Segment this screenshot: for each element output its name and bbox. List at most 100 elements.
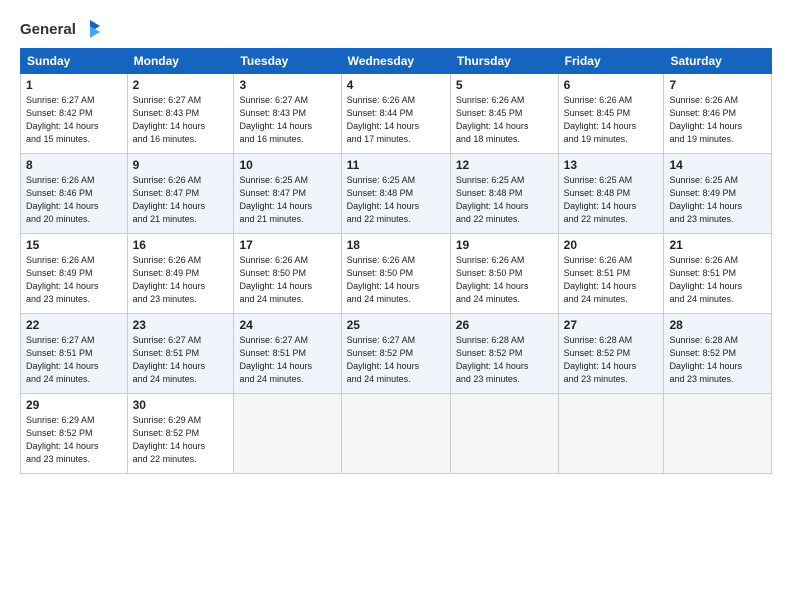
day-cell: 12 Sunrise: 6:25 AMSunset: 8:48 PMDaylig…	[450, 154, 558, 234]
day-info: Sunrise: 6:26 AMSunset: 8:51 PMDaylight:…	[564, 255, 637, 304]
day-cell: 27 Sunrise: 6:28 AMSunset: 8:52 PMDaylig…	[558, 314, 664, 394]
day-cell: 4 Sunrise: 6:26 AMSunset: 8:44 PMDayligh…	[341, 74, 450, 154]
day-number: 6	[564, 78, 659, 92]
col-monday: Monday	[127, 49, 234, 74]
week-row-5: 29 Sunrise: 6:29 AMSunset: 8:52 PMDaylig…	[21, 394, 772, 474]
day-cell: 2 Sunrise: 6:27 AMSunset: 8:43 PMDayligh…	[127, 74, 234, 154]
logo-icon	[78, 18, 100, 40]
day-info: Sunrise: 6:26 AMSunset: 8:49 PMDaylight:…	[26, 255, 99, 304]
day-info: Sunrise: 6:25 AMSunset: 8:48 PMDaylight:…	[564, 175, 637, 224]
day-number: 13	[564, 158, 659, 172]
day-number: 8	[26, 158, 122, 172]
day-info: Sunrise: 6:26 AMSunset: 8:46 PMDaylight:…	[669, 95, 742, 144]
day-info: Sunrise: 6:25 AMSunset: 8:49 PMDaylight:…	[669, 175, 742, 224]
logo: General	[20, 18, 100, 38]
day-cell: 13 Sunrise: 6:25 AMSunset: 8:48 PMDaylig…	[558, 154, 664, 234]
day-number: 24	[239, 318, 335, 332]
day-number: 1	[26, 78, 122, 92]
day-info: Sunrise: 6:28 AMSunset: 8:52 PMDaylight:…	[456, 335, 529, 384]
day-info: Sunrise: 6:27 AMSunset: 8:51 PMDaylight:…	[239, 335, 312, 384]
day-number: 17	[239, 238, 335, 252]
page: General Sunday Monday Tuesday Wednesday …	[0, 0, 792, 612]
day-number: 11	[347, 158, 445, 172]
day-cell: 10 Sunrise: 6:25 AMSunset: 8:47 PMDaylig…	[234, 154, 341, 234]
day-number: 27	[564, 318, 659, 332]
day-info: Sunrise: 6:29 AMSunset: 8:52 PMDaylight:…	[133, 415, 206, 464]
day-number: 29	[26, 398, 122, 412]
col-friday: Friday	[558, 49, 664, 74]
day-number: 9	[133, 158, 229, 172]
day-info: Sunrise: 6:26 AMSunset: 8:50 PMDaylight:…	[347, 255, 420, 304]
day-cell: 23 Sunrise: 6:27 AMSunset: 8:51 PMDaylig…	[127, 314, 234, 394]
day-info: Sunrise: 6:26 AMSunset: 8:46 PMDaylight:…	[26, 175, 99, 224]
day-info: Sunrise: 6:27 AMSunset: 8:43 PMDaylight:…	[239, 95, 312, 144]
day-cell: 24 Sunrise: 6:27 AMSunset: 8:51 PMDaylig…	[234, 314, 341, 394]
day-number: 19	[456, 238, 553, 252]
day-number: 7	[669, 78, 766, 92]
day-info: Sunrise: 6:26 AMSunset: 8:50 PMDaylight:…	[239, 255, 312, 304]
day-cell	[341, 394, 450, 474]
day-cell: 9 Sunrise: 6:26 AMSunset: 8:47 PMDayligh…	[127, 154, 234, 234]
day-number: 12	[456, 158, 553, 172]
day-info: Sunrise: 6:26 AMSunset: 8:49 PMDaylight:…	[133, 255, 206, 304]
day-cell: 20 Sunrise: 6:26 AMSunset: 8:51 PMDaylig…	[558, 234, 664, 314]
col-wednesday: Wednesday	[341, 49, 450, 74]
day-info: Sunrise: 6:27 AMSunset: 8:42 PMDaylight:…	[26, 95, 99, 144]
day-cell: 15 Sunrise: 6:26 AMSunset: 8:49 PMDaylig…	[21, 234, 128, 314]
col-tuesday: Tuesday	[234, 49, 341, 74]
day-info: Sunrise: 6:26 AMSunset: 8:45 PMDaylight:…	[456, 95, 529, 144]
day-info: Sunrise: 6:29 AMSunset: 8:52 PMDaylight:…	[26, 415, 99, 464]
header-row: Sunday Monday Tuesday Wednesday Thursday…	[21, 49, 772, 74]
day-cell: 5 Sunrise: 6:26 AMSunset: 8:45 PMDayligh…	[450, 74, 558, 154]
day-cell: 7 Sunrise: 6:26 AMSunset: 8:46 PMDayligh…	[664, 74, 772, 154]
day-number: 10	[239, 158, 335, 172]
day-number: 18	[347, 238, 445, 252]
day-info: Sunrise: 6:26 AMSunset: 8:50 PMDaylight:…	[456, 255, 529, 304]
day-number: 2	[133, 78, 229, 92]
week-row-4: 22 Sunrise: 6:27 AMSunset: 8:51 PMDaylig…	[21, 314, 772, 394]
day-cell	[664, 394, 772, 474]
day-info: Sunrise: 6:27 AMSunset: 8:52 PMDaylight:…	[347, 335, 420, 384]
day-cell: 6 Sunrise: 6:26 AMSunset: 8:45 PMDayligh…	[558, 74, 664, 154]
day-number: 14	[669, 158, 766, 172]
day-info: Sunrise: 6:28 AMSunset: 8:52 PMDaylight:…	[564, 335, 637, 384]
day-number: 16	[133, 238, 229, 252]
day-info: Sunrise: 6:26 AMSunset: 8:44 PMDaylight:…	[347, 95, 420, 144]
day-cell: 14 Sunrise: 6:25 AMSunset: 8:49 PMDaylig…	[664, 154, 772, 234]
calendar-table: Sunday Monday Tuesday Wednesday Thursday…	[20, 48, 772, 474]
day-cell: 25 Sunrise: 6:27 AMSunset: 8:52 PMDaylig…	[341, 314, 450, 394]
day-cell: 11 Sunrise: 6:25 AMSunset: 8:48 PMDaylig…	[341, 154, 450, 234]
day-cell: 26 Sunrise: 6:28 AMSunset: 8:52 PMDaylig…	[450, 314, 558, 394]
week-row-1: 1 Sunrise: 6:27 AMSunset: 8:42 PMDayligh…	[21, 74, 772, 154]
day-info: Sunrise: 6:25 AMSunset: 8:48 PMDaylight:…	[456, 175, 529, 224]
week-row-3: 15 Sunrise: 6:26 AMSunset: 8:49 PMDaylig…	[21, 234, 772, 314]
day-cell: 18 Sunrise: 6:26 AMSunset: 8:50 PMDaylig…	[341, 234, 450, 314]
day-cell: 21 Sunrise: 6:26 AMSunset: 8:51 PMDaylig…	[664, 234, 772, 314]
day-number: 26	[456, 318, 553, 332]
day-number: 23	[133, 318, 229, 332]
day-cell	[558, 394, 664, 474]
day-number: 20	[564, 238, 659, 252]
day-number: 15	[26, 238, 122, 252]
col-sunday: Sunday	[21, 49, 128, 74]
day-cell: 8 Sunrise: 6:26 AMSunset: 8:46 PMDayligh…	[21, 154, 128, 234]
day-cell: 22 Sunrise: 6:27 AMSunset: 8:51 PMDaylig…	[21, 314, 128, 394]
day-number: 3	[239, 78, 335, 92]
header: General	[20, 18, 772, 38]
day-number: 5	[456, 78, 553, 92]
col-saturday: Saturday	[664, 49, 772, 74]
day-number: 25	[347, 318, 445, 332]
day-info: Sunrise: 6:27 AMSunset: 8:51 PMDaylight:…	[26, 335, 99, 384]
day-number: 22	[26, 318, 122, 332]
day-cell: 3 Sunrise: 6:27 AMSunset: 8:43 PMDayligh…	[234, 74, 341, 154]
logo-general: General	[20, 21, 76, 38]
day-info: Sunrise: 6:25 AMSunset: 8:47 PMDaylight:…	[239, 175, 312, 224]
week-row-2: 8 Sunrise: 6:26 AMSunset: 8:46 PMDayligh…	[21, 154, 772, 234]
col-thursday: Thursday	[450, 49, 558, 74]
day-cell	[450, 394, 558, 474]
day-info: Sunrise: 6:28 AMSunset: 8:52 PMDaylight:…	[669, 335, 742, 384]
day-cell: 1 Sunrise: 6:27 AMSunset: 8:42 PMDayligh…	[21, 74, 128, 154]
day-info: Sunrise: 6:25 AMSunset: 8:48 PMDaylight:…	[347, 175, 420, 224]
day-number: 21	[669, 238, 766, 252]
day-cell: 30 Sunrise: 6:29 AMSunset: 8:52 PMDaylig…	[127, 394, 234, 474]
